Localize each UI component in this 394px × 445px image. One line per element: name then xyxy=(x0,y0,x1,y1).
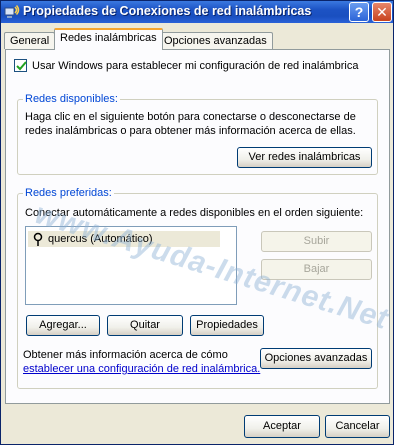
checkmark-icon xyxy=(16,61,27,71)
title-bar[interactable]: Propiedades de Conexiones de red inalámb… xyxy=(1,1,393,23)
ok-button[interactable]: Aceptar xyxy=(244,415,320,438)
advanced-options-button[interactable]: Opciones avanzadas xyxy=(260,348,372,369)
close-icon: ✕ xyxy=(376,4,388,20)
close-button[interactable]: ✕ xyxy=(372,2,392,22)
tab-redes-inalambricas[interactable]: Redes inalámbricas xyxy=(54,28,163,50)
network-connections-icon xyxy=(4,4,20,20)
preferred-networks-legend: Redes preferidas: xyxy=(23,187,114,199)
tab-general[interactable]: General xyxy=(4,32,56,49)
properties-dialog: Propiedades de Conexiones de red inalámb… xyxy=(0,0,394,445)
window-title: Propiedades de Conexiones de red inalámb… xyxy=(23,4,312,18)
cancel-button[interactable]: Cancelar xyxy=(325,415,390,438)
help-button[interactable]: ? xyxy=(349,2,369,22)
use-windows-checkbox[interactable] xyxy=(14,59,27,72)
add-network-button[interactable]: Agregar... xyxy=(26,315,100,336)
more-info-text: Obtener más información acerca de cómo xyxy=(23,349,228,361)
antenna-icon xyxy=(32,232,44,251)
use-windows-label: Usar Windows para establecer mi configur… xyxy=(32,60,359,72)
move-down-button[interactable]: Bajar xyxy=(261,259,372,280)
view-wireless-networks-button[interactable]: Ver redes inalámbricas xyxy=(237,147,372,168)
available-networks-legend: Redes disponibles: xyxy=(23,93,120,105)
preferred-networks-desc: Conectar automáticamente a redes disponi… xyxy=(25,207,364,219)
wireless-setup-link[interactable]: establecer una configuración de red inal… xyxy=(23,363,260,375)
available-networks-desc-line1: Haga clic en el siguiente botón para con… xyxy=(25,111,356,123)
available-networks-desc-line2: redes inalámbricas o para obtener más in… xyxy=(25,125,356,137)
move-up-button[interactable]: Subir xyxy=(261,231,372,252)
properties-button[interactable]: Propiedades xyxy=(190,315,264,336)
preferred-networks-list[interactable]: quercus (Automático) xyxy=(25,226,237,305)
network-name: quercus (Automático) xyxy=(48,233,153,245)
tab-opciones-avanzadas[interactable]: Opciones avanzadas xyxy=(158,32,273,49)
list-item[interactable]: quercus (Automático) xyxy=(28,231,220,247)
remove-network-button[interactable]: Quitar xyxy=(107,315,183,336)
